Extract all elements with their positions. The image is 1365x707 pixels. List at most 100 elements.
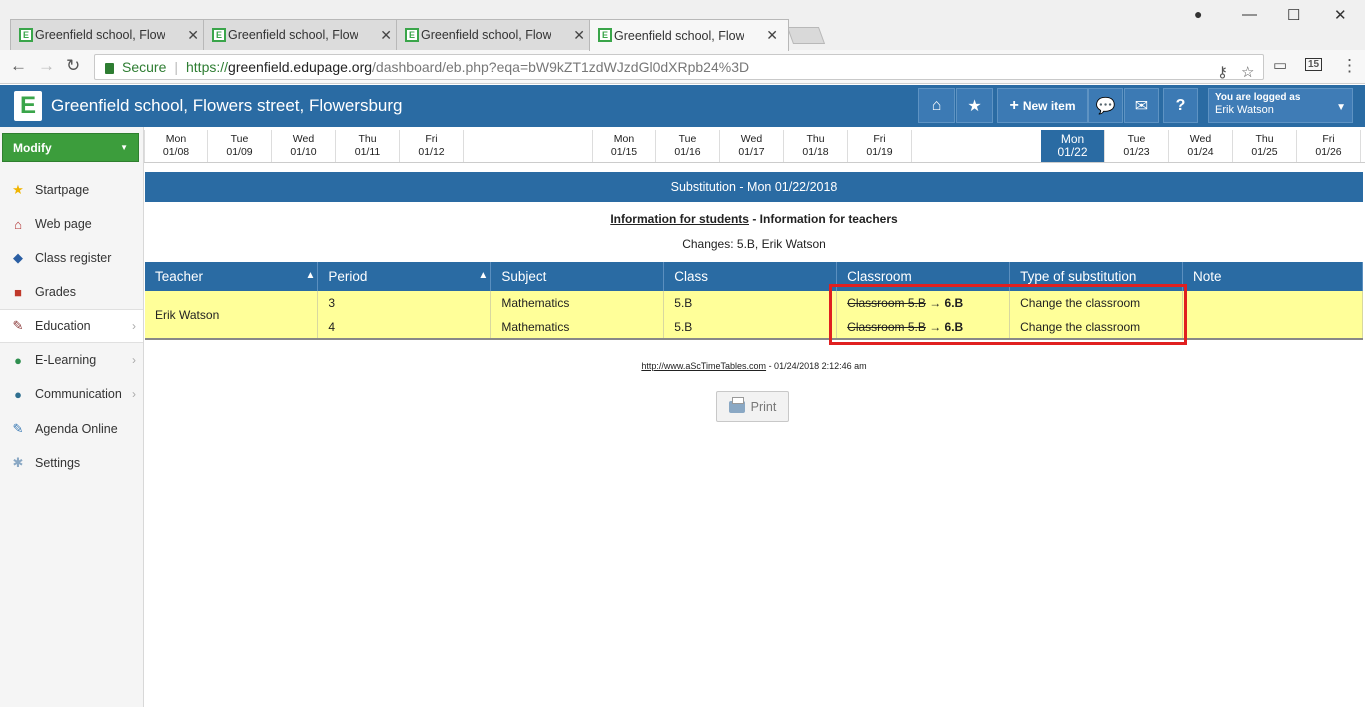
sidebar-item-education[interactable]: ✎ Education › [0, 309, 143, 343]
messages-button[interactable]: 💬 [1088, 88, 1123, 123]
day-cell[interactable]: Tue 01/09 [208, 130, 272, 162]
asctimetables-link[interactable]: http://www.aScTimeTables.com [641, 361, 766, 371]
reload-icon[interactable]: ↻ [66, 56, 80, 76]
minimize-button[interactable]: — [1242, 6, 1257, 23]
browser-tabstrip: E Greenfield school, Flowers street ✕ E … [0, 0, 1365, 51]
modify-button[interactable]: Modify ▼ [2, 133, 139, 162]
subject-cell: Mathematics [490, 291, 665, 315]
sidebar-item-e-learning[interactable]: ● E-Learning › [0, 343, 143, 377]
printer-icon [728, 396, 745, 413]
info-separator: - [748, 212, 760, 226]
caret-down-icon: ▼ [120, 143, 128, 152]
new-classroom: 6.B [944, 319, 964, 334]
maximize-button[interactable]: ☐ [1287, 6, 1300, 24]
day-cell[interactable]: Fri 01/12 [400, 130, 464, 162]
print-button[interactable]: Print [716, 391, 789, 422]
star-icon: ★ [967, 97, 982, 115]
info-for-teachers-link[interactable]: Information for teachers [760, 212, 898, 226]
column-header-teacher[interactable]: Teacher ▲ [145, 262, 319, 291]
sidebar-item-settings[interactable]: ✱ Settings [0, 446, 143, 480]
home-button[interactable]: ⌂ [918, 88, 955, 123]
sidebar-item-web-page[interactable]: ⌂ Web page [0, 207, 143, 241]
favorites-button[interactable]: ★ [956, 88, 993, 123]
user-menu[interactable]: You are logged as Erik Watson ▼ [1208, 88, 1353, 123]
sort-asc-icon: ▲ [478, 270, 489, 281]
tab-close-icon[interactable]: ✕ [573, 27, 585, 44]
url-separator: | [174, 59, 178, 75]
address-bar[interactable]: Secure | https:// greenfield.edupage.org… [94, 54, 1264, 81]
tab-close-icon[interactable]: ✕ [380, 27, 392, 44]
day-cell[interactable]: Tue 01/16 [656, 130, 720, 162]
communication-icon: ● [14, 386, 22, 402]
globe-icon: ● [14, 352, 22, 368]
day-cell[interactable]: Thu 01/25 [1233, 130, 1297, 162]
browser-tab[interactable]: E Greenfield school, Flowers street ✕ [396, 19, 596, 50]
back-arrow-icon[interactable]: ← [10, 56, 27, 76]
info-links: Information for students - Information f… [145, 212, 1363, 226]
key-icon[interactable]: ⚷ [1217, 63, 1228, 81]
help-button[interactable]: ? [1163, 88, 1198, 123]
lock-icon [105, 62, 114, 74]
new-tab-button[interactable] [786, 27, 826, 44]
column-header-classroom[interactable]: Classroom [836, 262, 1011, 291]
app-header: E Greenfield school, Flowers street, Flo… [0, 85, 1365, 127]
sidebar-item-label: Startpage [35, 183, 90, 197]
forward-arrow-icon[interactable]: → [38, 56, 55, 76]
edupage-favicon-icon: E [19, 28, 33, 42]
tab-close-icon[interactable]: ✕ [187, 27, 199, 44]
column-header-period[interactable]: Period ▲ [317, 262, 492, 291]
browser-tab[interactable]: E Greenfield school, Flowers street ✕ [10, 19, 210, 50]
day-cell[interactable]: Wed 01/24 [1169, 130, 1233, 162]
tab-close-icon[interactable]: ✕ [766, 27, 778, 44]
cast-icon[interactable]: ▭ [1273, 56, 1287, 74]
sidebar-item-label: E-Learning [35, 353, 97, 367]
browser-tab-active[interactable]: E Greenfield school, Flowers street ✕ [589, 19, 789, 51]
new-item-button[interactable]: + New item [997, 88, 1088, 123]
sidebar-item-grades[interactable]: ■ Grades [0, 275, 143, 309]
day-cell[interactable]: Tue 01/23 [1105, 130, 1169, 162]
day-cell[interactable]: Wed 01/17 [720, 130, 784, 162]
sidebar-item-label: Agenda Online [35, 422, 118, 436]
menu-dots-icon[interactable]: ⋮ [1341, 56, 1358, 76]
info-for-students-link[interactable]: Information for students [610, 212, 749, 226]
chat-bubbles-icon: 💬 [1095, 97, 1116, 115]
column-header-class[interactable]: Class [663, 262, 838, 291]
day-cell[interactable]: Mon 01/15 [592, 130, 656, 162]
column-header-type[interactable]: Type of substitution [1009, 262, 1184, 291]
table-row: 4 Mathematics 5.B Classroom 5.B → 6.B Ch… [145, 315, 1363, 340]
school-name[interactable]: Greenfield school, Flowers street, Flowe… [51, 96, 402, 116]
mail-button[interactable]: ✉ [1124, 88, 1159, 123]
chevron-right-icon: › [132, 387, 136, 401]
sidebar-item-communication[interactable]: ● Communication › [0, 377, 143, 411]
bookmark-star-icon[interactable]: ☆ [1241, 63, 1254, 81]
sidebar-item-agenda-online[interactable]: ✎ Agenda Online [0, 412, 143, 446]
page-title: Substitution - Mon 01/22/2018 [145, 172, 1363, 202]
browser-tab[interactable]: E Greenfield school, Flowers street ✕ [203, 19, 403, 50]
classroom-arrow: → [925, 319, 945, 334]
sidebar-item-class-register[interactable]: ◆ Class register [0, 241, 143, 275]
day-cell[interactable]: Mon 01/08 [144, 130, 208, 162]
sidebar-item-startpage[interactable]: ★ Startpage [0, 173, 143, 207]
url-scheme: https:// [186, 59, 229, 75]
edupage-favicon-icon: E [212, 28, 226, 42]
edupage-logo[interactable]: E [14, 91, 42, 121]
teacher-cell: Erik Watson [145, 291, 319, 340]
classroom-cell: Classroom 5.B → 6.B [836, 291, 1011, 315]
sidebar-item-label: Class register [35, 251, 112, 265]
day-cell[interactable]: Wed 01/10 [272, 130, 336, 162]
extension-badge[interactable]: 15 [1305, 58, 1323, 71]
gear-icon: ✱ [12, 455, 24, 470]
plus-icon: + [1009, 96, 1019, 114]
home-icon: ⌂ [931, 96, 942, 114]
close-window-button[interactable]: ✕ [1334, 6, 1347, 24]
account-icon[interactable]: ● [1194, 6, 1202, 22]
day-cell-selected[interactable]: Mon 01/22 [1041, 130, 1105, 162]
day-cell[interactable]: Fri 01/26 [1297, 130, 1361, 162]
day-cell[interactable]: Fri 01/19 [848, 130, 912, 162]
day-cell[interactable]: Thu 01/18 [784, 130, 848, 162]
column-header-note[interactable]: Note [1182, 262, 1363, 291]
day-cell[interactable]: Thu 01/11 [336, 130, 400, 162]
column-header-subject[interactable]: Subject [490, 262, 665, 291]
old-classroom: Classroom 5.B [847, 319, 926, 334]
new-item-label: New item [1022, 98, 1076, 113]
